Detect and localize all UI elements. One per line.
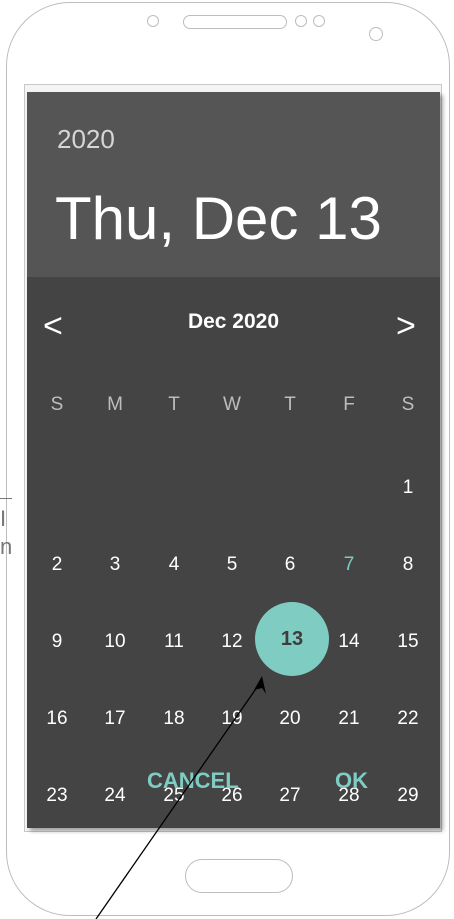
day-cell[interactable]: 5 — [212, 550, 252, 580]
day-cell[interactable]: 24 — [95, 781, 135, 811]
weekday-label: S — [401, 394, 415, 415]
day-cell[interactable]: 19 — [212, 704, 252, 734]
month-title: Dec 2020 — [187, 310, 280, 333]
day-cell[interactable]: 9 — [37, 627, 77, 657]
day-cell[interactable]: 1 — [388, 473, 428, 503]
day-cell[interactable]: 6 — [270, 550, 310, 580]
day-cell[interactable]: 2 — [37, 550, 77, 580]
day-cell[interactable]: 10 — [95, 627, 135, 657]
day-cell[interactable]: 4 — [154, 550, 194, 580]
day-cell-selected[interactable]: 13 — [255, 602, 329, 676]
day-cell[interactable]: 3 — [95, 550, 135, 580]
home-button[interactable] — [185, 859, 293, 893]
day-cell[interactable]: 29 — [388, 781, 428, 811]
weekday-label: W — [223, 394, 241, 415]
day-cell[interactable]: 14 — [329, 627, 369, 657]
date-picker-dialog: 2020 Thu, Dec 13 < Dec 2020 > SMTWTFS 12… — [27, 92, 440, 828]
cancel-button[interactable]: CANCEL — [147, 768, 239, 794]
day-cell[interactable]: 16 — [37, 704, 77, 734]
ok-button[interactable]: OK — [335, 768, 368, 794]
clipped-side-text: I n — [0, 498, 12, 578]
camera-icon — [369, 27, 383, 41]
date-picker-header: 2020 Thu, Dec 13 — [27, 92, 440, 277]
day-cell[interactable]: 22 — [388, 704, 428, 734]
day-cell[interactable]: 20 — [270, 704, 310, 734]
weekday-label: S — [50, 394, 64, 415]
sensor-icon — [147, 15, 159, 27]
day-cell[interactable]: 23 — [37, 781, 77, 811]
weekday-label: M — [107, 394, 123, 415]
day-cell[interactable]: 12 — [212, 627, 252, 657]
weekday-label: T — [168, 394, 180, 415]
speaker-grille — [183, 15, 287, 29]
next-month-button[interactable]: > — [396, 307, 416, 346]
weekday-label: T — [284, 394, 296, 415]
day-cell[interactable]: 27 — [270, 781, 310, 811]
day-cell[interactable]: 17 — [95, 704, 135, 734]
day-cell[interactable]: 21 — [329, 704, 369, 734]
day-cell[interactable]: 15 — [388, 627, 428, 657]
sensor-icon — [295, 15, 307, 27]
selected-date-label: Thu, Dec 13 — [55, 185, 382, 252]
day-cell[interactable]: 11 — [154, 627, 194, 657]
day-cell[interactable]: 8 — [388, 550, 428, 580]
weekday-label: F — [343, 394, 355, 415]
side-text-line-1: I — [0, 506, 7, 531]
side-text-line-2: n — [0, 534, 12, 559]
day-cell[interactable]: 18 — [154, 704, 194, 734]
day-cell[interactable]: 7 — [329, 550, 369, 580]
year-label[interactable]: 2020 — [57, 124, 115, 155]
sensor-icon — [313, 15, 325, 27]
